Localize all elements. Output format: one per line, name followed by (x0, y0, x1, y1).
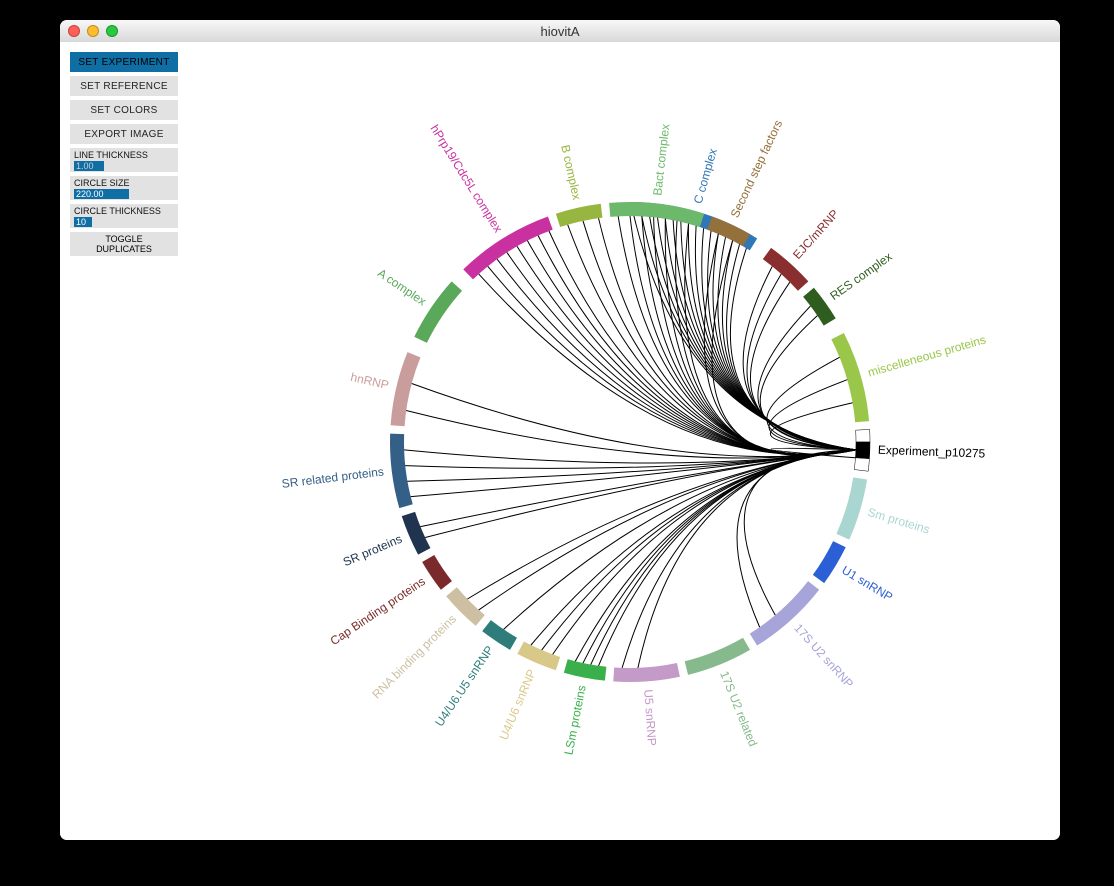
chord-segment-label: U1 snRNP (839, 563, 895, 604)
chord-segment-label: miscelleneous proteins (866, 332, 987, 379)
chord-segment-label: Second step factors (728, 118, 786, 220)
chord-segment-label: RNA binding proteins (369, 612, 459, 702)
circle-thickness-label: CIRCLE THICKNESS (74, 206, 174, 216)
chord-link (488, 266, 856, 454)
chord-segment[interactable] (685, 638, 750, 675)
chord-segment-experiment[interactable] (856, 429, 870, 442)
titlebar[interactable]: hiovitA (60, 20, 1060, 43)
chord-link (575, 450, 856, 661)
chord-segment[interactable] (517, 642, 560, 671)
circle-thickness-value: 10 (74, 217, 92, 227)
app-window: hiovitA SET EXPERIMENT SET REFERENCE SET… (60, 20, 1060, 840)
chord-link (412, 384, 856, 457)
chord-segment-label: 17S U2 related (717, 669, 760, 748)
chord-segment[interactable] (613, 663, 680, 682)
chord-link (747, 274, 856, 450)
chord-segment-label: EJC/mRNP (790, 207, 841, 262)
chord-segment-label: Experiment_p10275 (878, 443, 986, 461)
chord-segment-label: Cap Binding proteins (328, 574, 428, 648)
chord-segment[interactable] (836, 477, 867, 539)
chord-link (479, 450, 856, 610)
circle-size-value: 220.00 (74, 189, 129, 199)
chord-segment-label: hPrp19/Cdc5L complex (427, 122, 505, 235)
chord-segment-label: RES complex (827, 249, 894, 303)
chord-segment[interactable] (402, 512, 431, 555)
chord-segment-label: Bact complex (650, 123, 672, 196)
chord-segment-label: hnRNP (349, 370, 390, 392)
chord-segment-label: U5 snRNP (641, 689, 659, 747)
chord-link (531, 450, 856, 645)
chord-link (642, 216, 856, 454)
chord-segment[interactable] (463, 216, 552, 279)
chord-link (750, 282, 855, 450)
chord-link (630, 216, 856, 455)
chord-link (467, 450, 855, 599)
chord-segment-experiment[interactable] (855, 442, 870, 459)
chord-segment[interactable] (831, 333, 869, 422)
chord-segment-label: U4/U6 snRNP (496, 667, 538, 742)
chord-segment-label: Sm proteins (866, 505, 931, 537)
chord-segment-label: SR proteins (341, 532, 404, 569)
chord-segment[interactable] (390, 434, 413, 509)
chord-link (767, 357, 856, 450)
chord-link (654, 217, 856, 455)
chord-segment[interactable] (707, 216, 750, 246)
chord-segment-experiment[interactable] (854, 458, 869, 471)
chord-link (553, 450, 856, 654)
chord-link (634, 216, 856, 450)
chord-segment[interactable] (813, 541, 846, 583)
chord-segment[interactable] (556, 204, 603, 227)
chord-segment-label: C complex (691, 147, 720, 205)
chord-segment-label: A complex (375, 266, 429, 309)
chord-link (542, 450, 856, 650)
chord-link (769, 380, 856, 450)
chord-segment-label: LSm proteins (562, 684, 589, 756)
chord-segment-label: B complex (558, 143, 584, 201)
chord-segment[interactable] (391, 352, 421, 426)
chord-segment[interactable] (609, 202, 704, 227)
circle-size-label: CIRCLE SIZE (74, 178, 174, 188)
chord-segment[interactable] (414, 281, 462, 343)
chord-link (591, 450, 856, 665)
chord-segment-label: 17S U2 snRNP (791, 621, 856, 691)
line-thickness-value: 1.00 (74, 161, 104, 171)
window-title: hiovitA (60, 24, 1060, 39)
chord-link (650, 217, 856, 450)
chord-diagram: C complex EJC/mRNPRES complex miscelleneou… (160, 42, 1060, 840)
content-area: SET EXPERIMENT SET REFERENCE SET COLORS … (60, 42, 1060, 840)
chord-segment-label: SR related proteins (281, 464, 385, 490)
chord-segment-label: U4/U6.U5 snRNP (432, 643, 496, 729)
line-thickness-label: LINE THICKNESS (74, 150, 174, 160)
chord-link (758, 306, 856, 450)
chord-link (549, 231, 856, 454)
